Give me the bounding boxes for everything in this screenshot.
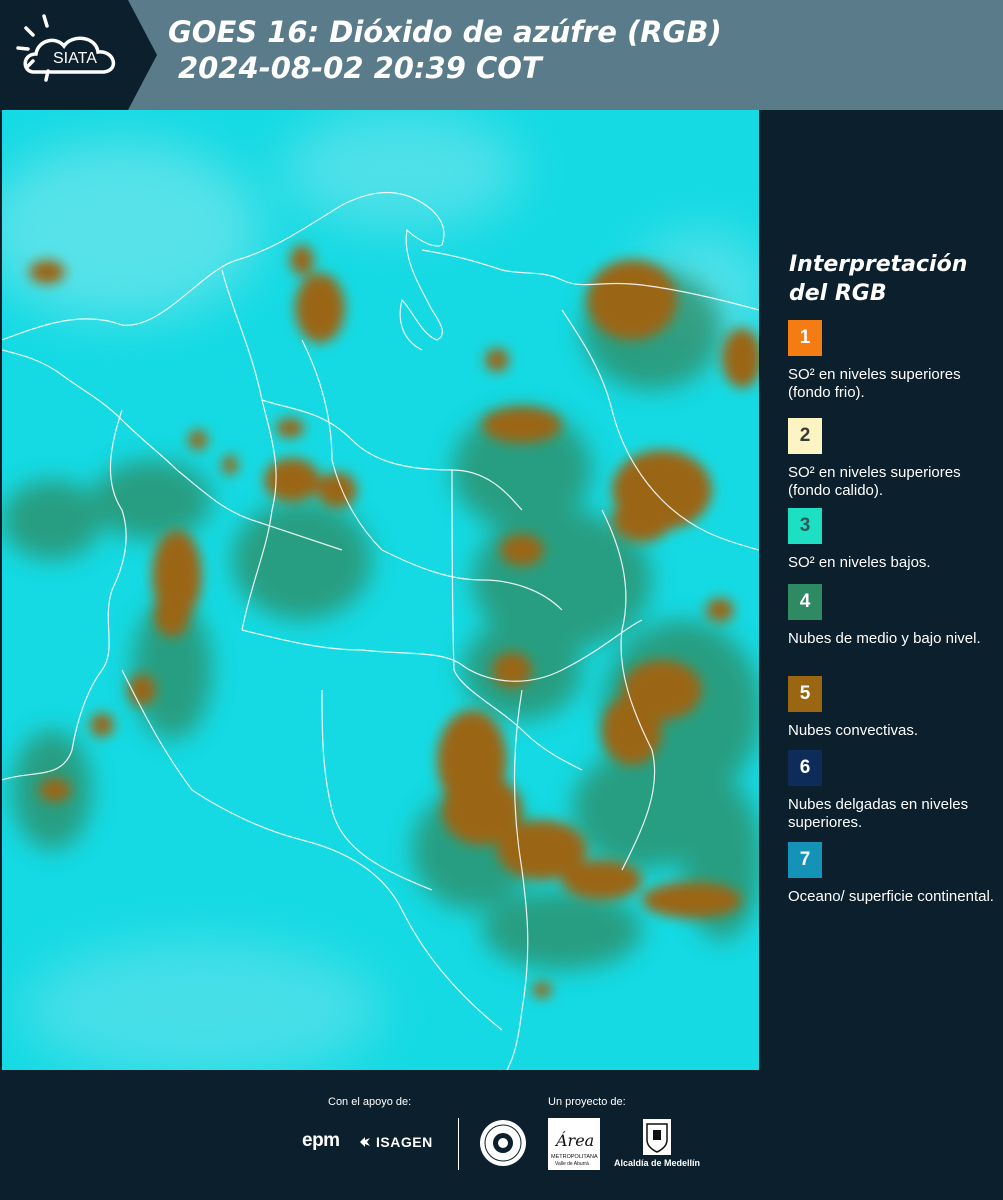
header-bar: SIATA GOES 16: Dióxido de azúfre (RGB) 2… — [0, 0, 1003, 110]
siata-logo: SIATA — [0, 0, 157, 110]
footer: Con el apoyo de: Un proyecto de: epm ISA… — [0, 1070, 1003, 1200]
legend-label: SO² en niveles superiores (fondo frio). — [788, 366, 961, 401]
legend-swatch: 2 — [788, 418, 822, 454]
legend-item-5: 5 Nubes convectivas. — [788, 676, 998, 740]
area-metropolitana-logo: Área METROPOLITANA Valle de Aburrá — [548, 1118, 600, 1170]
legend-swatch: 5 — [788, 676, 822, 712]
legend-label: Nubes de medio y bajo nivel. — [788, 630, 981, 647]
isagen-mark-icon — [360, 1137, 370, 1147]
footer-divider — [458, 1118, 459, 1170]
project-label: Un proyecto de: — [548, 1096, 626, 1108]
title-line-1: GOES 16: Dióxido de azúfre (RGB) — [168, 15, 722, 49]
medellin-seal-icon — [478, 1118, 528, 1173]
isagen-logo: ISAGEN — [358, 1134, 433, 1150]
legend-label: Nubes convectivas. — [788, 722, 919, 739]
legend-item-3: 3 SO² en niveles bajos. — [788, 508, 998, 572]
legend-item-4: 4 Nubes de medio y bajo nivel. — [788, 584, 998, 648]
siata-logo-text: SIATA — [53, 50, 97, 67]
title-line-2: 2024-08-02 20:39 COT — [178, 51, 542, 85]
legend-item-6: 6 Nubes delgadas en niveles superiores. — [788, 750, 998, 832]
legend-label: SO² en niveles bajos. — [788, 554, 931, 571]
legend-panel: Interpretación del RGB 1 SO² en niveles … — [760, 110, 1003, 1070]
satellite-map[interactable] — [2, 110, 759, 1070]
legend-item-1: 1 SO² en niveles superiores (fondo frio)… — [788, 320, 998, 402]
legend-item-7: 7 Oceano/ superficie continental. — [788, 842, 998, 906]
support-label: Con el apoyo de: — [328, 1096, 412, 1108]
area-logo-sub2: Valle de Aburrá — [555, 1161, 589, 1167]
legend-label: SO² en niveles superiores (fondo calido)… — [788, 464, 961, 499]
legend-swatch: 3 — [788, 508, 822, 544]
legend-swatch: 1 — [788, 320, 822, 356]
epm-logo: epm — [302, 1130, 340, 1151]
legend-title: Interpretación del RGB — [789, 252, 968, 306]
page-title: GOES 16: Dióxido de azúfre (RGB) 2024-08… — [168, 14, 722, 86]
legend-label: Nubes delgadas en niveles superiores. — [788, 796, 969, 831]
legend-label: Oceano/ superficie continental. — [788, 888, 994, 905]
isagen-text: ISAGEN — [376, 1134, 433, 1150]
legend-item-2: 2 SO² en niveles superiores (fondo calid… — [788, 418, 998, 500]
alcaldia-shield-icon — [642, 1118, 672, 1161]
area-logo-name: Área — [554, 1130, 594, 1150]
area-logo-sub: METROPOLITANA — [551, 1154, 598, 1160]
alcaldia-text: Alcaldía de Medellín — [614, 1158, 701, 1168]
legend-swatch: 6 — [788, 750, 822, 786]
legend-swatch: 4 — [788, 584, 822, 620]
legend-swatch: 7 — [788, 842, 822, 878]
